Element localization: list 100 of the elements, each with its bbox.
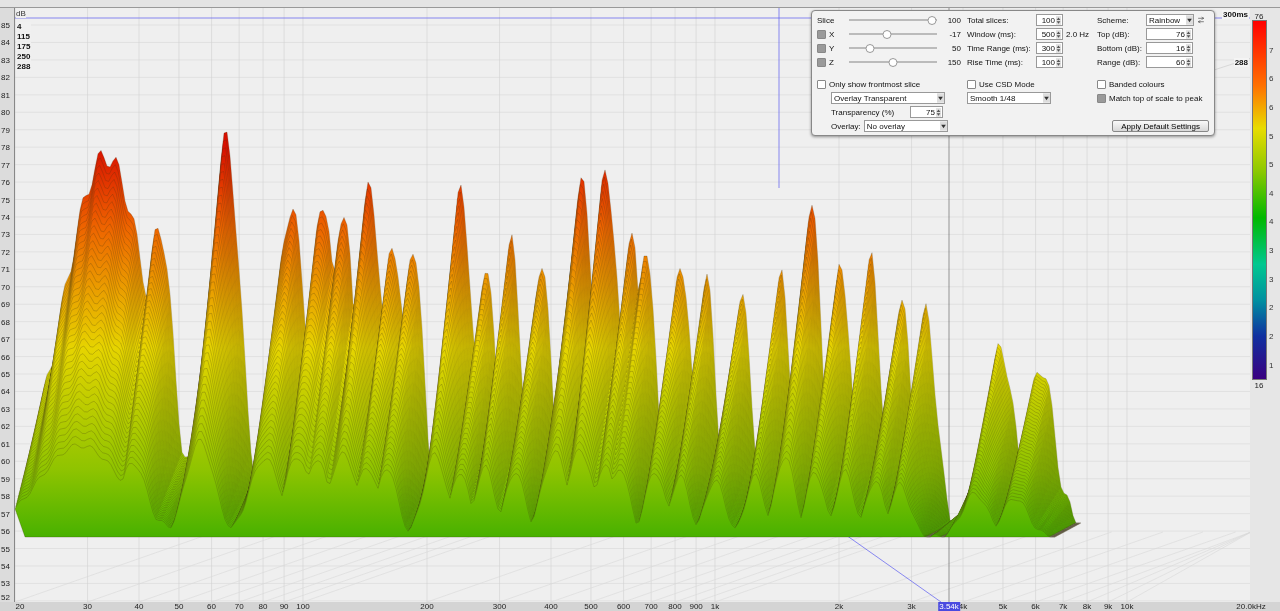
x-axis-label: 7k [1058,602,1068,611]
checkbox-label: Banded colours [1109,79,1165,89]
y-axis-label: 67 [1,335,10,345]
x-axis-label: 20.0kHz [1236,602,1266,611]
scale-tick-label: 2 [1269,303,1274,313]
spin-field[interactable]: 300 [1036,42,1063,54]
scheme-dropdown[interactable]: Rainbow [1146,14,1194,26]
field-label: Time Range (ms): [967,43,1032,53]
y-axis-label: 76 [1,178,10,188]
y-axis-label: 68 [1,317,10,327]
spin-field[interactable]: 100 [1036,56,1063,68]
field-label: Overlay: [831,121,861,131]
spin-field[interactable]: 500 [1036,28,1063,40]
x-axis-label: 1k [710,602,720,611]
x-axis-label: 200 [420,602,434,611]
spinner-icon[interactable] [936,107,941,117]
frequency-readout: 2.0 Hz [1066,29,1090,39]
overlay-mode-dropdown[interactable]: Overlay Transparent [831,92,945,104]
smoothing-dropdown[interactable]: Smooth 1/48 [967,92,1051,104]
x-axis-label: 9k [1103,602,1113,611]
x-axis-label: 500 [584,602,598,611]
field-label: Top (dB): [1097,29,1131,39]
spinner-icon[interactable] [1056,15,1061,25]
x-axis-label: 900 [689,602,703,611]
spin-field[interactable]: 100 [1036,14,1063,26]
x-axis-label: 90 [279,602,289,611]
scale-tick-label: 7 [1269,45,1274,55]
checkbox[interactable] [817,79,826,89]
slider-thumb[interactable] [888,57,898,67]
y-axis-label: 65 [1,370,10,379]
dropdown-arrow-icon[interactable] [939,121,947,131]
time-axis-label: 288 [1233,58,1249,67]
checkbox[interactable] [1097,79,1106,89]
y-axis-label: 82 [1,73,10,83]
apply-defaults-button[interactable]: Apply Default Settings [1112,120,1209,132]
x-axis-label: 20 [15,602,25,611]
y-axis-label: 57 [1,509,10,519]
spinner-icon[interactable] [1056,57,1061,67]
y-axis-label: 53 [1,579,10,589]
y-axis-label: 69 [1,300,10,310]
overlay-dropdown[interactable]: No overlay [863,120,948,132]
y-axis-label: 61 [1,439,10,449]
spinner-icon[interactable] [1056,29,1061,39]
field-label: Bottom (dB): [1097,43,1143,53]
spinner-icon[interactable] [1186,29,1191,39]
field-label: Rise Time (ms): [967,57,1024,67]
slider-value: 50 [951,43,961,53]
checkbox[interactable] [817,43,826,53]
spin-field[interactable]: 60 [1146,56,1193,68]
checkbox-label: Use CSD Mode [979,79,1035,89]
cursor-frequency-readout: 3.54k [938,602,960,611]
y-axis-label: 84 [1,38,10,48]
checkbox[interactable] [967,79,976,89]
x-axis-label: 40 [134,602,144,611]
time-axis-label: 300ms [1222,10,1249,19]
checkbox[interactable] [1097,93,1106,103]
x-axis-label: 60 [207,602,216,611]
scale-tick-label: 5 [1269,131,1274,141]
slider-thumb[interactable] [882,29,892,39]
x-axis-label: 800 [668,602,682,611]
spin-field[interactable]: 76 [1146,28,1193,40]
x-axis-label: 6k [1031,602,1040,611]
y-axis-label: 74 [1,212,10,222]
checkbox[interactable] [817,57,826,67]
spinner-icon[interactable] [1186,43,1191,53]
spin-field[interactable]: 16 [1146,42,1193,54]
x-axis-label: 10k [1120,602,1134,611]
scale-tick-label: 4 [1269,188,1274,198]
slider-label: Z [829,57,835,67]
y-axis-label: 70 [1,282,10,292]
slider-label: Y [829,43,836,53]
dropdown-arrow-icon[interactable] [937,93,944,103]
scale-tick-label: 3 [1269,274,1274,284]
slider-thumb[interactable] [927,15,937,25]
y-axis-label: 54 [1,561,10,571]
scale-tick-label: 2 [1269,332,1274,342]
y-axis-label: 75 [1,195,10,205]
scale-tick-label: 4 [1269,217,1274,227]
slider-label: X [829,29,836,39]
scale-tick-label: 3 [1269,246,1274,256]
spin-field[interactable]: 75 [910,106,943,118]
dropdown-arrow-icon[interactable] [1043,93,1050,103]
checkbox-label: Match top of scale to peak [1109,93,1203,103]
y-axis-label: 52 [1,593,10,602]
time-axis-label: 288 [16,62,32,71]
time-axis-label: 250 [16,52,32,61]
spinner-icon[interactable] [1186,57,1191,67]
scale-label: 76 [1253,12,1265,21]
x-axis-label: 400 [544,602,558,611]
y-axis-label: 63 [1,404,10,414]
x-axis-label: 8k [1082,602,1092,611]
x-axis-label: 5k [998,602,1008,611]
slider-thumb[interactable] [865,43,875,53]
slider-value: 100 [946,15,961,25]
checkbox[interactable] [817,29,826,39]
y-axis-label: 60 [1,457,10,467]
swap-icon[interactable] [1197,16,1205,24]
x-axis-label: 30 [83,602,92,611]
dropdown-arrow-icon[interactable] [1186,15,1193,25]
spinner-icon[interactable] [1056,43,1061,53]
